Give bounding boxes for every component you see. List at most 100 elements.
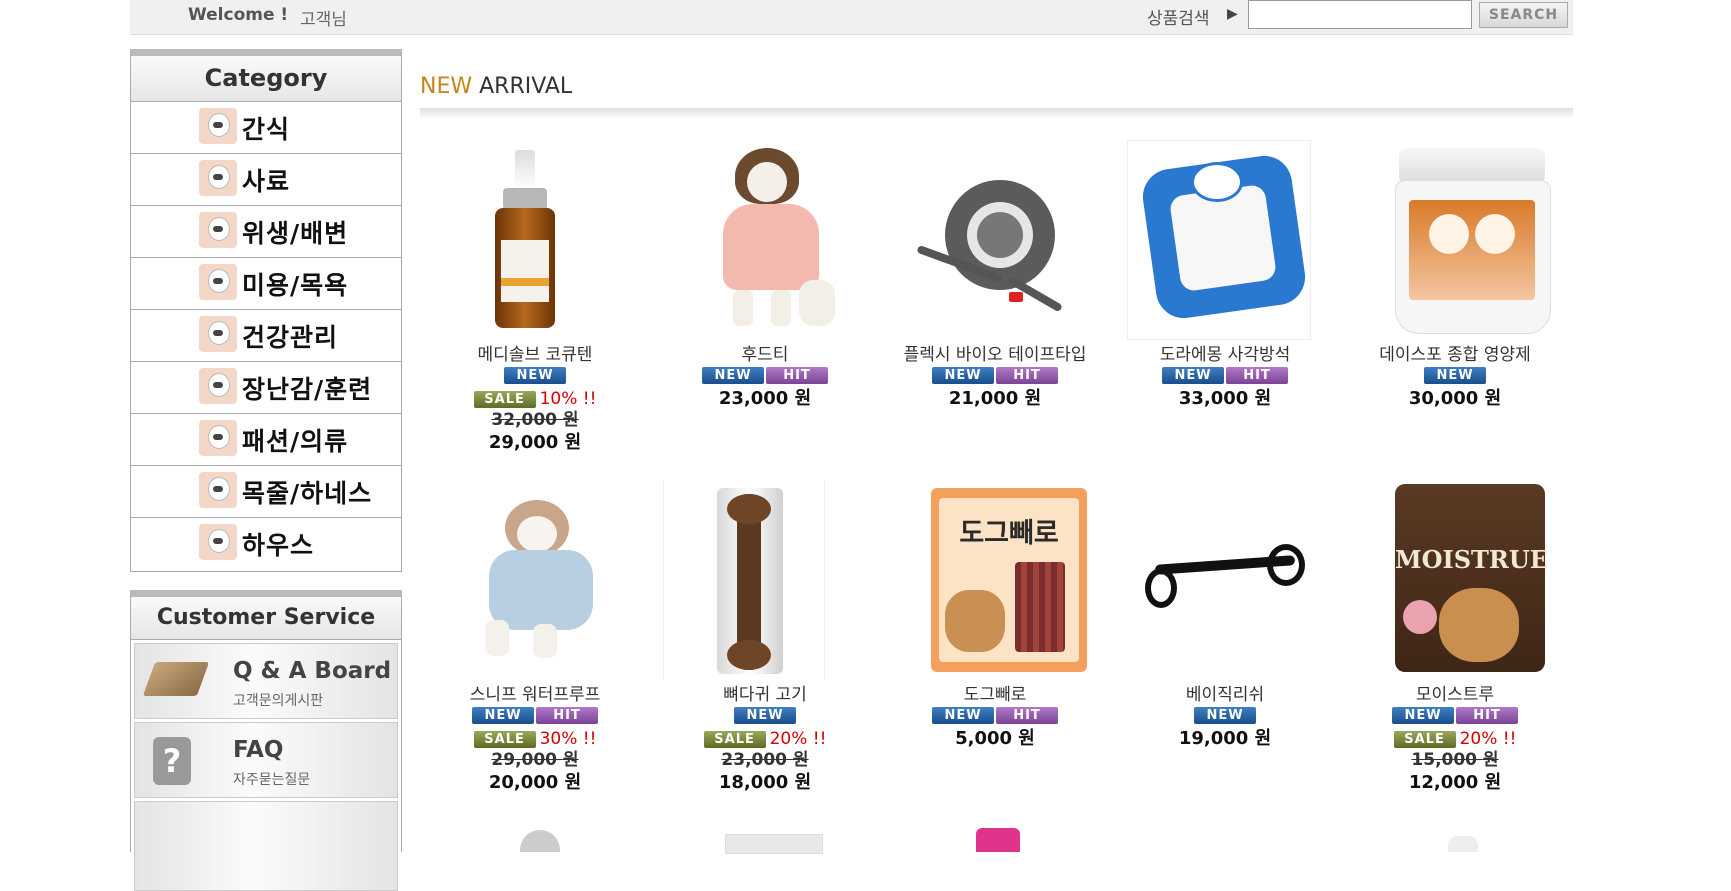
product-image[interactable] [1365,140,1551,340]
product-card[interactable]: 플렉시 바이오 테이프타입 NEW HIT 21,000 원 [880,140,1110,411]
product-image[interactable] [445,140,625,340]
top-bar: Welcome ! 고객님 상품검색 ▶ SEARCH [130,0,1573,35]
product-image[interactable] [663,480,855,680]
section-divider [420,108,1573,119]
product-card[interactable]: MOISTRUE 모이스트루 NEW HIT SALE 20% !! 15,000 원 12,… [1340,480,1570,795]
product-name[interactable]: 도그빼로 [880,684,1110,706]
cs-banner-placeholder[interactable] [134,801,398,891]
category-label: 목줄/하네스 [242,479,373,508]
hit-badge: HIT [766,367,828,384]
category-item-snack[interactable]: 간식 [131,102,401,154]
new-badge: NEW [1162,367,1224,384]
dog-chef-icon [199,212,237,248]
product-name[interactable]: 도라에몽 사각방석 [1110,344,1340,366]
new-badge: NEW [734,707,796,724]
product-name[interactable]: 베이직리쉬 [1110,684,1340,706]
product-image[interactable] [675,140,855,340]
product-image-partial [976,828,1020,852]
category-item-leash[interactable]: 목줄/하네스 [131,466,401,518]
product-image-partial [725,834,823,854]
dog-chef-icon [199,420,237,456]
category-panel: Category 간식 사료 위생/배변 미용/목욕 건강관리 장난감/훈련 패… [130,49,402,572]
search-input[interactable] [1248,0,1472,29]
qa-board-link[interactable]: Q & A Board 고객문의게시판 [134,643,398,719]
section-title-arrival: ARRIVAL [479,74,573,99]
hit-badge: HIT [996,707,1058,724]
search-button[interactable]: SEARCH [1479,2,1568,28]
hit-badge: HIT [996,367,1058,384]
dog-chef-icon [199,160,237,196]
product-badges: NEW [420,367,650,387]
sale-row: SALE 10% !! [420,389,650,409]
original-price: 23,000 원 [721,750,809,770]
category-label: 건강관리 [242,323,339,352]
product-price: 23,000 원 [718,388,812,409]
product-image[interactable] [445,480,625,680]
product-name[interactable]: 스니프 워터프루프 [420,684,650,706]
product-card[interactable]: 데이스포 종합 영양제 NEW 30,000 원 [1340,140,1570,411]
sale-badge: SALE [473,390,536,408]
customer-service-title: Customer Service [131,597,401,640]
hit-badge: HIT [1226,367,1288,384]
product-card[interactable]: 도그빼로 도그빼로 NEW HIT 5,000 원 [880,480,1110,751]
faq-subtitle: 자주묻는질문 [233,772,311,788]
product-image[interactable] [1127,140,1315,340]
new-badge: NEW [472,707,534,724]
product-price: 18,000 원 [718,772,812,793]
product-price: 30,000 원 [1408,388,1502,409]
product-badges: NEW HIT [1110,367,1340,387]
sale-row: SALE 30% !! [420,729,650,749]
category-item-hygiene[interactable]: 위생/배변 [131,206,401,258]
qa-board-subtitle: 고객문의게시판 [233,693,324,709]
product-name[interactable]: 메디솔브 코큐텐 [420,344,650,366]
category-item-grooming[interactable]: 미용/목욕 [131,258,401,310]
discount-rate: 30% !! [539,729,597,749]
category-label: 간식 [242,115,291,144]
discount-rate: 20% !! [769,729,827,749]
category-label: 사료 [242,167,291,196]
product-name[interactable]: 후드티 [650,344,880,366]
category-item-health[interactable]: 건강관리 [131,310,401,362]
product-card[interactable]: 베이직리쉬 NEW 19,000 원 [1110,480,1340,751]
new-badge: NEW [932,367,994,384]
product-badges: NEW HIT [880,367,1110,387]
category-label: 하우스 [242,531,315,560]
product-card[interactable]: 도라에몽 사각방석 NEW HIT 33,000 원 [1110,140,1340,411]
category-label: 장난감/훈련 [242,375,373,404]
product-image[interactable]: 도그빼로 [905,480,1087,680]
dog-chef-icon [199,524,237,560]
product-image[interactable]: MOISTRUE [1365,480,1548,680]
product-card[interactable]: 스니프 워터프루프 NEW HIT SALE 30% !! 29,000 원 20,000 … [420,480,650,795]
product-card[interactable]: 뼈다귀 고기 NEW SALE 20% !! 23,000 원 18,000 원 [650,480,880,795]
category-item-toys[interactable]: 장난감/훈련 [131,362,401,414]
product-name[interactable]: 뼈다귀 고기 [650,684,880,706]
hit-badge: HIT [536,707,598,724]
product-badges: NEW HIT [880,707,1110,727]
product-price: 29,000 원 [488,432,582,453]
new-badge: NEW [1392,707,1454,724]
category-item-feed[interactable]: 사료 [131,154,401,206]
product-price: 19,000 원 [1178,728,1272,749]
original-price: 15,000 원 [1411,750,1499,770]
product-name[interactable]: 데이스포 종합 영양제 [1340,344,1570,366]
new-badge: NEW [1424,367,1486,384]
search-label: 상품검색 [1147,9,1210,29]
product-image[interactable] [905,140,1085,340]
faq-link[interactable]: ? FAQ 자주묻는질문 [134,722,398,798]
customer-service-panel: Customer Service Q & A Board 고객문의게시판 ? F… [130,590,402,891]
category-title: Category [131,56,401,102]
category-item-house[interactable]: 하우스 [131,518,401,569]
product-name[interactable]: 모이스트루 [1340,684,1570,706]
dog-chef-icon [199,368,237,404]
product-name[interactable]: 플렉시 바이오 테이프타입 [900,344,1090,366]
sale-badge: SALE [1393,730,1456,748]
category-label: 패션/의류 [242,427,349,456]
sale-row: SALE 20% !! [1340,729,1570,749]
product-card[interactable]: 후드티 NEW HIT 23,000 원 [650,140,880,411]
product-price: 12,000 원 [1408,772,1502,793]
product-image[interactable] [1135,480,1315,680]
new-badge: NEW [702,367,764,384]
sale-badge: SALE [473,730,536,748]
product-card[interactable]: 메디솔브 코큐텐 NEW SALE 10% !! 32,000 원 29,000 원 [420,140,650,455]
category-item-fashion[interactable]: 패션/의류 [131,414,401,466]
